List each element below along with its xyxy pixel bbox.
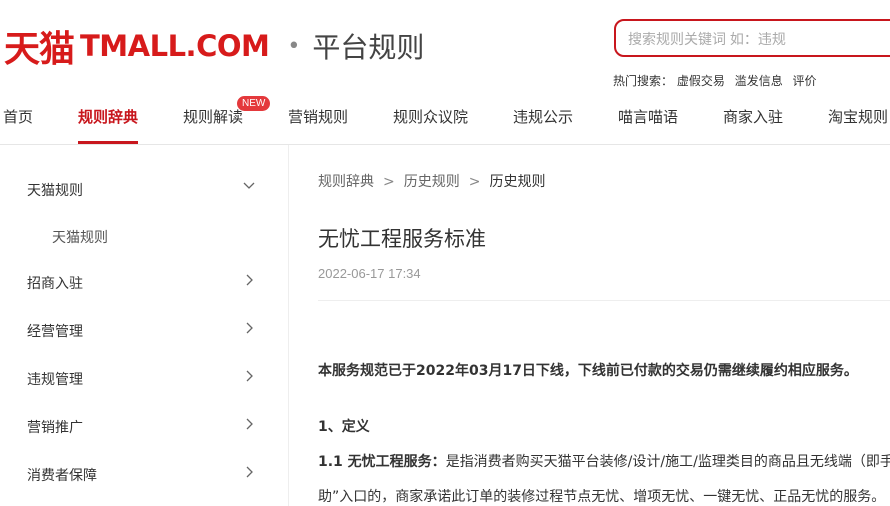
nav-rule-dictionary[interactable]: 规则辞典	[78, 106, 138, 127]
breadcrumb-separator: >	[383, 174, 395, 190]
hot-search-label: 热门搜索：	[613, 74, 674, 88]
sidebar-item-label: 招商入驻	[27, 276, 83, 292]
sidebar-item-label: 经营管理	[27, 324, 83, 340]
logo-chinese: 天猫	[4, 28, 75, 70]
breadcrumb-current: 历史规则	[489, 174, 546, 190]
breadcrumb-history-rules[interactable]: 历史规则	[404, 174, 460, 190]
platform-rules-title: 平台规则	[312, 31, 425, 64]
hot-link-fake-trade[interactable]: 虚假交易	[677, 74, 725, 88]
nav-violation-notice[interactable]: 违规公示	[513, 106, 573, 127]
chevron-right-icon	[242, 369, 256, 387]
section-heading: 1、定义	[318, 419, 370, 435]
hot-searches: 热门搜索： 虚假交易 滥发信息 评价	[613, 72, 823, 89]
tmall-logo[interactable]: 天猫 TMALL.COM • 平台规则	[4, 20, 424, 72]
search-box	[614, 19, 890, 57]
chevron-right-icon	[242, 273, 256, 291]
breadcrumb-rule-dictionary[interactable]: 规则辞典	[318, 174, 374, 190]
definition-label: 1.1 无忧工程服务：	[318, 454, 446, 470]
logo-english: TMALL.COM	[80, 29, 270, 63]
chevron-right-icon	[242, 321, 256, 339]
publish-date: 2022-06-17 17:34	[318, 266, 421, 281]
chevron-right-icon	[242, 417, 256, 435]
nav-home[interactable]: 首页	[3, 106, 33, 127]
sidebar: 天猫规则 天猫规则 招商入驻 经营管理 违规管理 营销推广 消费者保障	[0, 145, 289, 506]
divider	[318, 300, 890, 301]
new-badge: NEW	[237, 96, 271, 111]
nav-marketing-rules[interactable]: 营销规则	[288, 106, 348, 127]
site-header: 天猫 TMALL.COM • 平台规则 热门搜索： 虚假交易 滥发信息 评价	[0, 0, 890, 96]
search-input[interactable]	[626, 21, 890, 57]
nav-meow-talk[interactable]: 喵言喵语	[618, 106, 678, 127]
sidebar-subitem-tmall-rules[interactable]: 天猫规则	[52, 227, 108, 247]
sidebar-item-label: 消费者保障	[27, 468, 97, 484]
chevron-down-icon	[242, 178, 256, 196]
breadcrumb-separator: >	[468, 174, 481, 190]
nav-taobao-rules[interactable]: 淘宝规则	[828, 106, 888, 127]
nav-active-indicator	[78, 141, 138, 144]
logo-separator-dot: •	[287, 33, 301, 59]
offline-notice: 本服务规范已于2022年03月17日下线，下线前已付款的交易仍需继续履约相应服务…	[318, 363, 858, 379]
page-title: 无忧工程服务标准	[318, 227, 486, 251]
breadcrumb: 规则辞典 > 历史规则 > 历史规则	[318, 171, 545, 191]
definition-paragraph: 1.1 无忧工程服务：是指消费者购买天猫平台装修/设计/施工/监理类目的商品且无…	[318, 451, 890, 471]
sidebar-item-label: 天猫规则	[27, 183, 83, 199]
sidebar-item-label: 营销推广	[27, 420, 83, 436]
hot-link-spam-info[interactable]: 滥发信息	[735, 74, 783, 88]
nav-rule-interpretation[interactable]: 规则解读	[183, 106, 243, 127]
definition-continued: 助”入口的，商家承诺此订单的装修过程节点无忧、增项无忧、一键无忧、正品无忧的服务…	[318, 489, 886, 505]
nav-rule-council[interactable]: 规则众议院	[393, 106, 468, 127]
nav-merchant-entry[interactable]: 商家入驻	[723, 106, 783, 127]
sidebar-item-label: 违规管理	[27, 372, 83, 388]
hot-link-review[interactable]: 评价	[793, 74, 817, 88]
main-nav: 首页 规则辞典 规则解读 营销规则 规则众议院 违规公示 喵言喵语 商家入驻 淘…	[0, 96, 890, 145]
definition-text: 是指消费者购买天猫平台装修/设计/施工/监理类目的商品且无线端（即手	[445, 454, 890, 470]
chevron-right-icon	[242, 465, 256, 483]
